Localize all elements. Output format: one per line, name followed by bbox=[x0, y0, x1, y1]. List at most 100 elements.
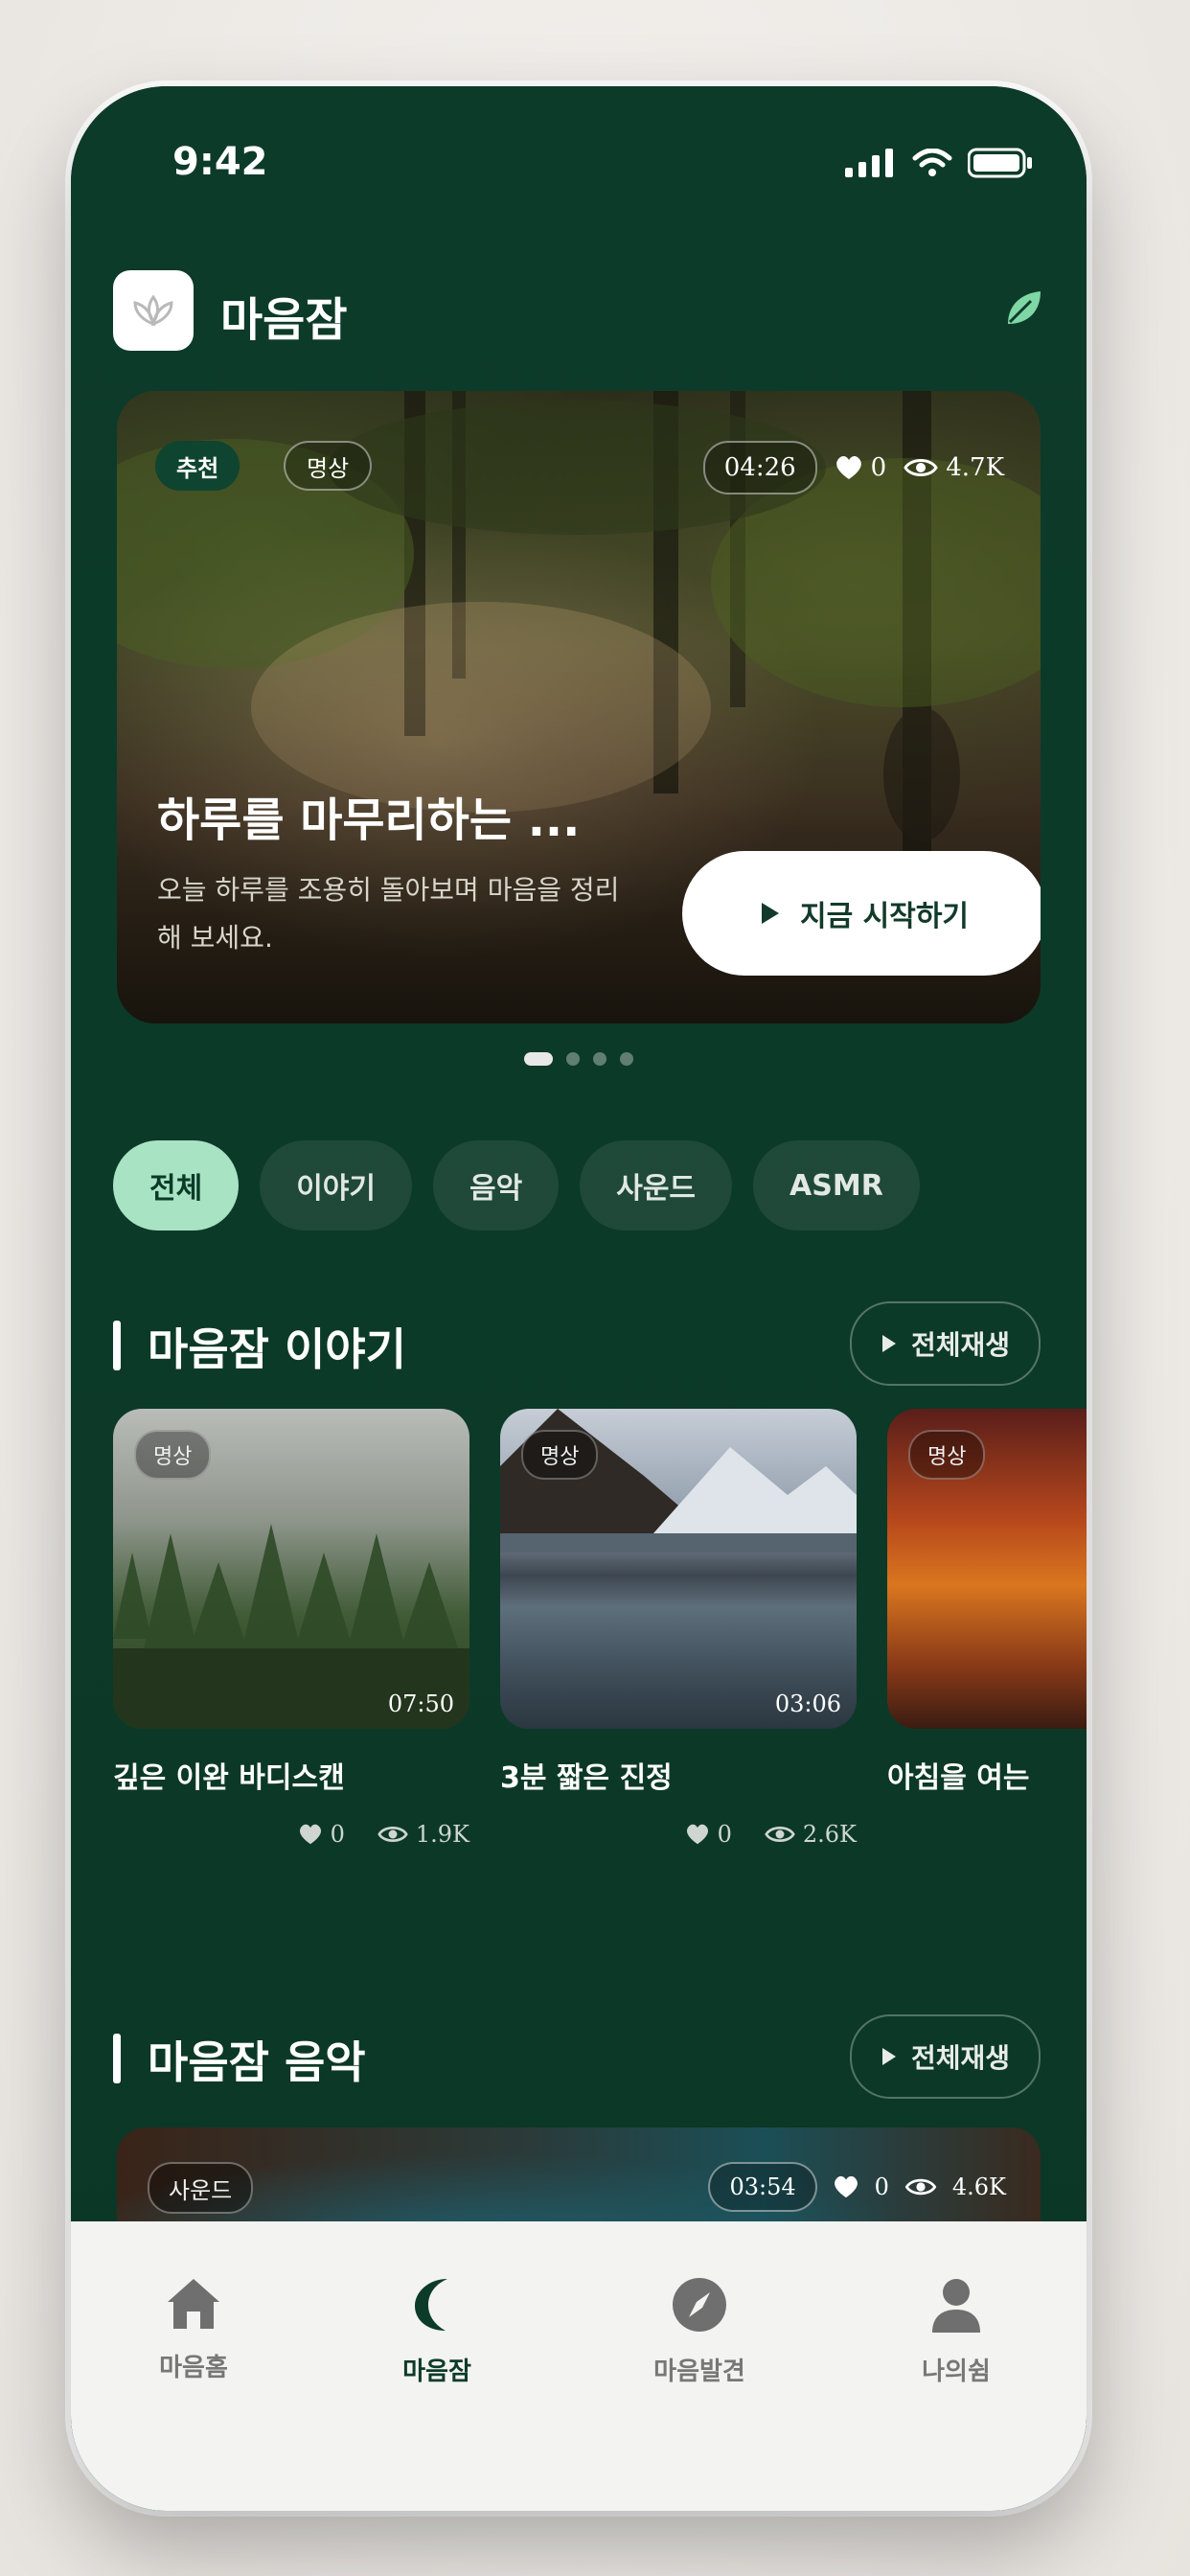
play-icon bbox=[881, 2048, 896, 2065]
card-title: 깊은 이완 바디스캔 bbox=[113, 1761, 345, 1795]
heart-icon bbox=[686, 1824, 708, 1845]
play-all-label: 전체재생 bbox=[910, 1329, 1010, 1361]
card-view-count: 1.9K bbox=[415, 1821, 469, 1848]
music-card-meta: 03:54 0 4.6K bbox=[708, 2162, 1006, 2212]
play-all-label: 전체재생 bbox=[910, 2042, 1010, 2074]
tab-label: 마음잠 bbox=[402, 2358, 471, 2386]
heart-icon bbox=[299, 1824, 321, 1845]
play-icon bbox=[761, 903, 779, 924]
wifi-icon bbox=[912, 149, 952, 176]
card-thumbnail: 명상 07:50 bbox=[113, 1409, 469, 1729]
recommended-tag: 추천 bbox=[155, 441, 240, 491]
carousel-dot[interactable] bbox=[620, 1052, 633, 1066]
story-card[interactable]: 명상 03:06 3분 짧은 진정 0 2.6K bbox=[500, 1409, 857, 1848]
section-accent-bar bbox=[113, 1321, 121, 1370]
story-card-list: 명상 07:50 깊은 이완 바디스캔 0 1.9K 명상 03:06 3분 짧… bbox=[113, 1409, 1087, 1926]
bottom-tab-bar: 마음홈 마음잠 마음발견 나의쉼 bbox=[71, 2221, 1087, 2511]
music-card-views: 4.6K bbox=[951, 2174, 1006, 2200]
hero-banner[interactable]: 추천 명상 04:26 0 4.7K 하루를 마무리하는 ... 오늘 하루를 … bbox=[117, 391, 1041, 1024]
like-count[interactable]: 0 bbox=[835, 453, 887, 482]
music-card-duration: 03:54 bbox=[708, 2162, 817, 2212]
app-header: 마음잠 bbox=[113, 270, 1044, 351]
card-views: 2.6K bbox=[765, 1821, 857, 1848]
eye-icon bbox=[765, 1827, 795, 1842]
carousel-dot[interactable] bbox=[593, 1052, 606, 1066]
status-time: 9:42 bbox=[172, 140, 268, 184]
eye-icon bbox=[904, 459, 938, 476]
tab-label: 마음홈 bbox=[159, 2354, 228, 2382]
story-section-title: 마음잠 이야기 bbox=[148, 1323, 406, 1375]
filter-chip[interactable]: 이야기 bbox=[260, 1140, 413, 1230]
person-icon bbox=[932, 2279, 980, 2333]
card-likes[interactable]: 0 bbox=[685, 1821, 732, 1848]
card-views: 1.9K bbox=[378, 1821, 469, 1848]
view-count: 4.7K bbox=[904, 453, 1004, 482]
battery-icon bbox=[968, 148, 1032, 178]
card-tag: 명상 bbox=[908, 1430, 986, 1480]
heart-icon bbox=[835, 456, 861, 479]
carousel-dot[interactable] bbox=[524, 1052, 553, 1066]
hero-meta: 04:26 0 4.7K bbox=[702, 441, 1004, 494]
carousel-dot[interactable] bbox=[566, 1052, 580, 1066]
hero-title: 하루를 마무리하는 ... bbox=[157, 794, 581, 847]
tab-home[interactable]: 마음홈 bbox=[98, 2275, 289, 2383]
filter-chip[interactable]: 음악 bbox=[433, 1140, 560, 1230]
compass-icon bbox=[673, 2278, 726, 2332]
app-name: 마음잠 bbox=[220, 293, 348, 347]
story-play-all-button[interactable]: 전체재생 bbox=[849, 1301, 1041, 1386]
card-duration: 07:50 bbox=[387, 1690, 454, 1717]
phone-frame: 9:42 마음잠 추천 명상 04:26 0 4.7K 하루를 마무리하는 ..… bbox=[71, 86, 1087, 2511]
story-card[interactable]: 명상 07:50 깊은 이완 바디스캔 0 1.9K bbox=[113, 1409, 469, 1848]
screen: 9:42 마음잠 추천 명상 04:26 0 4.7K 하루를 마무리하는 ..… bbox=[71, 86, 1087, 2511]
card-thumbnail: 명상 bbox=[887, 1409, 1087, 1729]
eye-icon bbox=[904, 2178, 937, 2196]
category-tag: 명상 bbox=[284, 441, 373, 491]
card-like-count: 0 bbox=[717, 1821, 732, 1848]
story-section-header: 마음잠 이야기 전체재생 bbox=[113, 1301, 1041, 1386]
tab-label: 마음발견 bbox=[653, 2358, 745, 2386]
leaf-icon[interactable] bbox=[1002, 288, 1044, 330]
home-icon bbox=[168, 2279, 219, 2329]
section-accent-bar bbox=[113, 2034, 121, 2083]
card-tag: 명상 bbox=[521, 1430, 599, 1480]
card-duration: 03:06 bbox=[774, 1690, 841, 1717]
filter-chip[interactable]: ASMR bbox=[753, 1140, 920, 1230]
tab-discover[interactable]: 마음발견 bbox=[604, 2275, 795, 2387]
like-count-value: 0 bbox=[870, 453, 887, 482]
moon-icon bbox=[415, 2279, 447, 2331]
card-meta: 0 2.6K bbox=[500, 1821, 857, 1848]
app-logo bbox=[113, 270, 194, 351]
start-now-button[interactable]: 지금 시작하기 bbox=[682, 851, 1041, 976]
music-play-all-button[interactable]: 전체재생 bbox=[849, 2014, 1041, 2099]
status-icons bbox=[845, 148, 1033, 178]
tab-label: 나의쉼 bbox=[922, 2358, 991, 2386]
card-thumbnail: 명상 03:06 bbox=[500, 1409, 857, 1729]
music-section-title: 마음잠 음악 bbox=[148, 2036, 366, 2088]
signal-icon bbox=[845, 149, 893, 177]
category-filters: 전체 이야기 음악 사운드 ASMR bbox=[113, 1140, 920, 1230]
eye-icon bbox=[378, 1827, 408, 1842]
duration-badge: 04:26 bbox=[702, 441, 817, 494]
tab-my-rest[interactable]: 나의쉼 bbox=[860, 2275, 1052, 2387]
lotus-icon bbox=[133, 294, 173, 327]
card-likes[interactable]: 0 bbox=[298, 1821, 345, 1848]
card-view-count: 2.6K bbox=[802, 1821, 857, 1848]
music-section-header: 마음잠 음악 전체재생 bbox=[113, 2014, 1041, 2099]
start-now-label: 지금 시작하기 bbox=[799, 900, 970, 933]
heart-icon[interactable] bbox=[833, 2174, 859, 2199]
filter-chip[interactable]: 전체 bbox=[113, 1140, 240, 1230]
card-meta: 0 1.9K bbox=[113, 1821, 469, 1848]
play-icon bbox=[881, 1335, 896, 1352]
hero-description: 오늘 하루를 조용히 돌아보며 마음을 정리해 보세요. bbox=[157, 874, 620, 954]
carousel-indicator[interactable] bbox=[71, 1052, 1087, 1066]
music-card-likes: 0 bbox=[874, 2174, 889, 2200]
card-title: 아침을 여는 bbox=[887, 1761, 1030, 1795]
card-tag: 명상 bbox=[134, 1430, 212, 1480]
card-title: 3분 짧은 진정 bbox=[500, 1761, 673, 1795]
story-card[interactable]: 명상 아침을 여는 bbox=[887, 1409, 1087, 1796]
music-card-tag: 사운드 bbox=[148, 2162, 254, 2214]
filter-chip[interactable]: 사운드 bbox=[580, 1140, 733, 1230]
tab-sleep[interactable]: 마음잠 bbox=[341, 2275, 533, 2387]
card-like-count: 0 bbox=[330, 1821, 345, 1848]
status-bar: 9:42 bbox=[71, 86, 1087, 230]
